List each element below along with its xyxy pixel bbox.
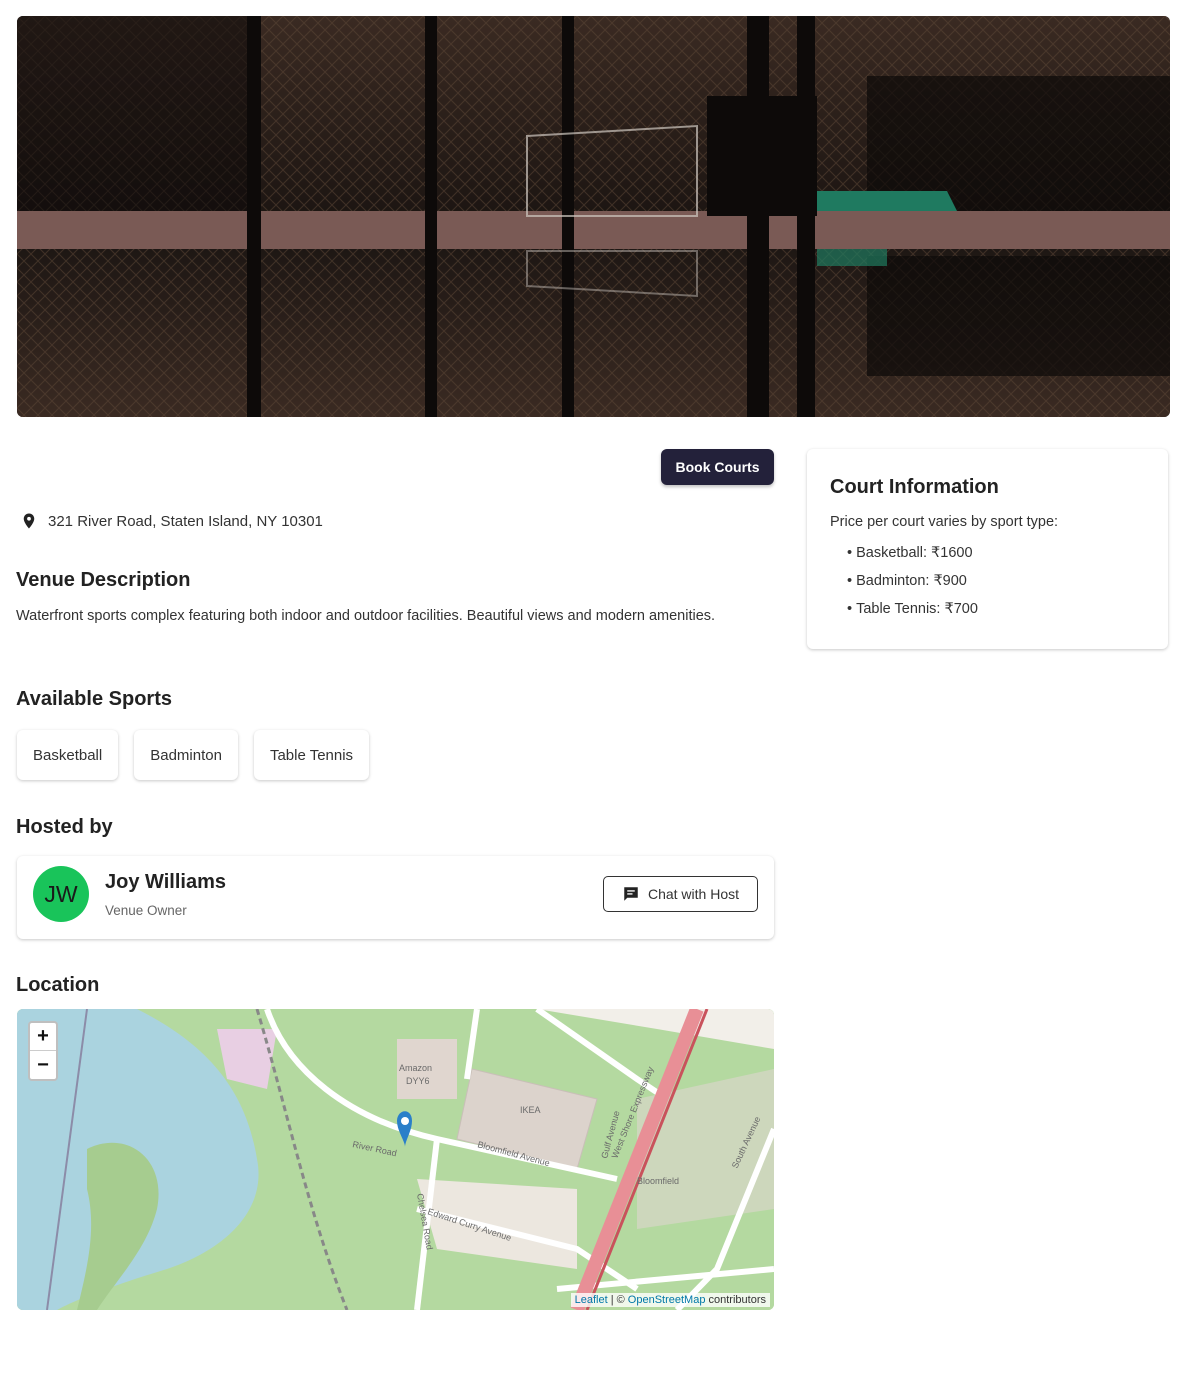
sport-chip[interactable]: Table Tennis bbox=[253, 730, 370, 780]
location-pin-icon bbox=[23, 513, 35, 529]
map-label-ikea: IKEA bbox=[520, 1105, 541, 1115]
venue-address: 321 River Road, Staten Island, NY 10301 bbox=[20, 510, 323, 532]
leaflet-link[interactable]: Leaflet bbox=[575, 1294, 608, 1306]
hosted-by-heading: Hosted by bbox=[16, 816, 113, 838]
description-heading: Venue Description bbox=[16, 569, 191, 591]
price-item: Basketball: ₹1600 bbox=[847, 542, 978, 570]
osm-link[interactable]: OpenStreetMap bbox=[628, 1294, 706, 1306]
court-info-card: Court Information Price per court varies… bbox=[807, 449, 1168, 649]
location-map[interactable]: Amazon DYY6 IKEA Bloomfield Avenue Bloom… bbox=[17, 1009, 774, 1310]
chat-with-host-button[interactable]: Chat with Host bbox=[603, 876, 758, 912]
court-info-subtitle: Price per court varies by sport type: bbox=[830, 514, 1059, 530]
sports-chip-list: Basketball Badminton Table Tennis bbox=[17, 730, 370, 780]
map-label-bloomfield: Bloomfield bbox=[637, 1176, 679, 1186]
sport-chip[interactable]: Badminton bbox=[134, 730, 238, 780]
map-label-dyy6: DYY6 bbox=[406, 1076, 430, 1086]
map-zoom-control: + − bbox=[28, 1021, 58, 1081]
court-info-title: Court Information bbox=[830, 476, 999, 498]
map-label-amazon: Amazon bbox=[399, 1063, 432, 1073]
sport-chip[interactable]: Basketball bbox=[17, 730, 119, 780]
zoom-out-button[interactable]: − bbox=[30, 1051, 56, 1079]
avatar: JW bbox=[33, 866, 89, 922]
host-role: Venue Owner bbox=[105, 903, 187, 918]
price-item: Badminton: ₹900 bbox=[847, 570, 978, 598]
location-heading: Location bbox=[16, 974, 100, 996]
map-attribution: Leaflet | © OpenStreetMap contributors bbox=[570, 1293, 770, 1307]
host-card: JW Joy Williams Venue Owner Chat with Ho… bbox=[17, 856, 774, 939]
address-text: 321 River Road, Staten Island, NY 10301 bbox=[48, 512, 323, 530]
price-item: Table Tennis: ₹700 bbox=[847, 598, 978, 626]
price-list: Basketball: ₹1600 Badminton: ₹900 Table … bbox=[847, 542, 978, 626]
book-courts-button[interactable]: Book Courts bbox=[661, 449, 774, 485]
chat-label: Chat with Host bbox=[647, 886, 740, 902]
map-tiles: Amazon DYY6 IKEA Bloomfield Avenue Bloom… bbox=[17, 1009, 774, 1310]
chat-icon bbox=[624, 887, 638, 901]
venue-hero-image bbox=[17, 16, 1170, 417]
description-text: Waterfront sports complex featuring both… bbox=[16, 608, 716, 624]
sports-heading: Available Sports bbox=[16, 688, 172, 710]
zoom-in-button[interactable]: + bbox=[30, 1023, 56, 1051]
host-name: Joy Williams bbox=[105, 871, 226, 893]
